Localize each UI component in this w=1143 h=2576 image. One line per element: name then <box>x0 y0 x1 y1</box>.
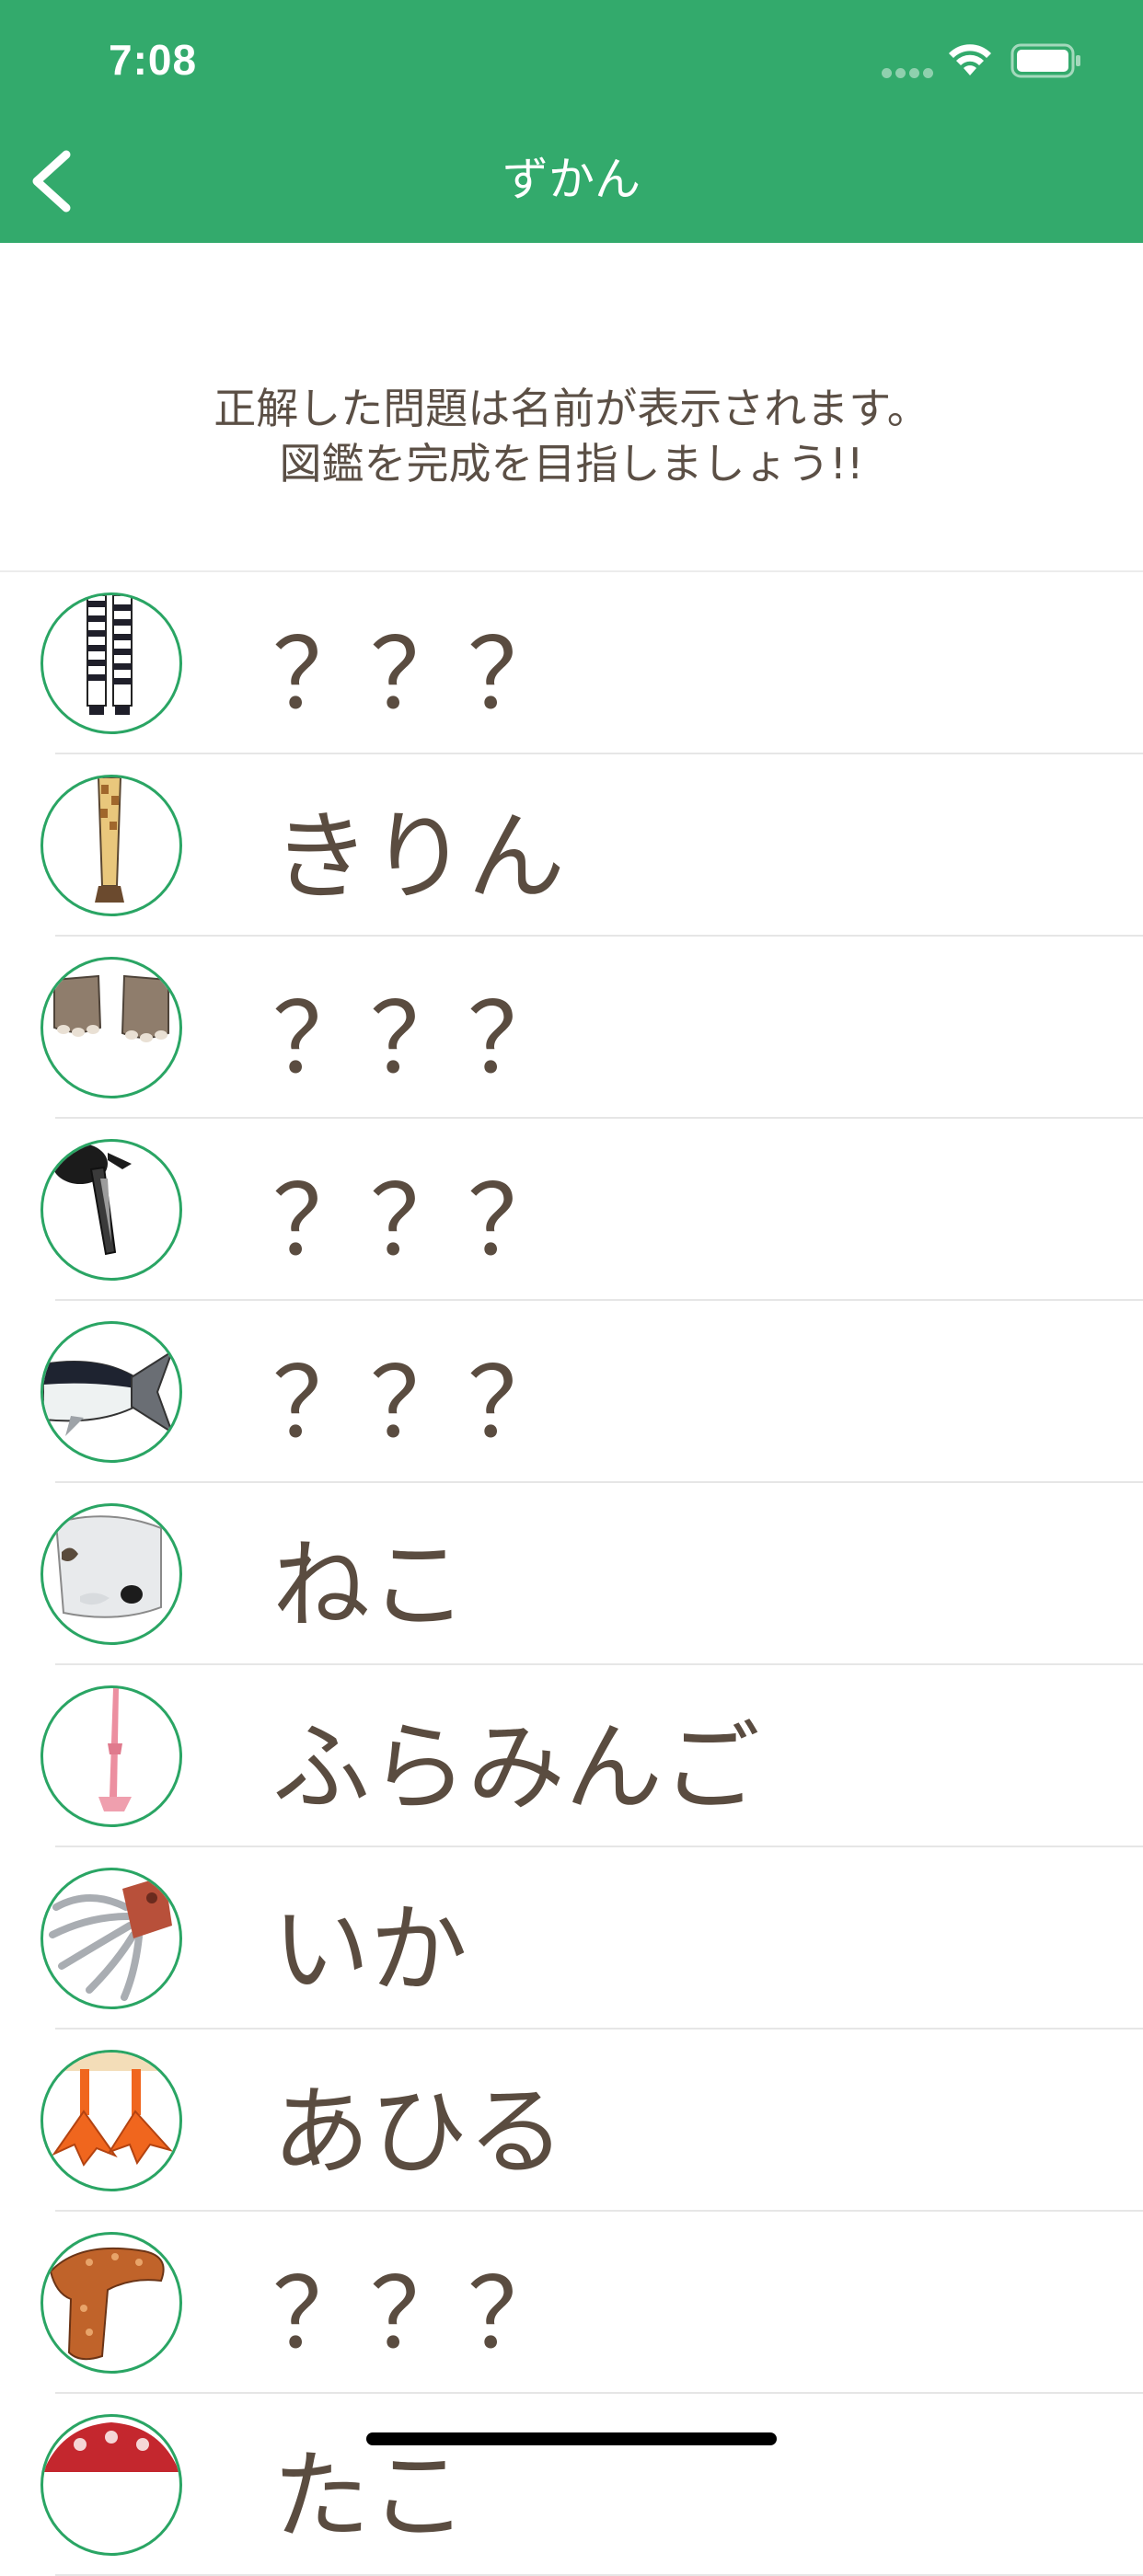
battery-icon <box>1010 43 1080 78</box>
list-item[interactable]: ねこ <box>0 1483 1143 1665</box>
list-item[interactable]: たこ <box>0 2394 1143 2576</box>
bird-beak-icon <box>40 1139 182 1281</box>
duck-feet-icon <box>40 2050 182 2191</box>
list-item[interactable]: ？？？ <box>0 1301 1143 1483</box>
animal-name: たこ <box>272 2440 468 2553</box>
flamingo-leg-icon <box>40 1685 182 1827</box>
list-item[interactable]: いか <box>0 1847 1143 2030</box>
animal-name: ？？？ <box>272 2258 565 2371</box>
list-item[interactable]: きりん <box>0 754 1143 937</box>
animal-name: ？？？ <box>272 618 565 731</box>
squid-tentacles-icon <box>40 1868 182 2009</box>
signal-icon <box>882 68 933 79</box>
zebra-legs-icon <box>40 592 182 734</box>
animal-name: ふらみんご <box>272 1711 760 1824</box>
animal-name: ？？？ <box>272 1165 565 1278</box>
intro-line-2: 図鑑を完成を目指しましょう!! <box>279 439 864 489</box>
list-item[interactable]: ？？？ <box>0 2212 1143 2394</box>
octopus-icon <box>40 2414 182 2556</box>
animal-name: ？？？ <box>272 1347 565 1460</box>
intro-text: 正解した問題は名前が表示されます。 図鑑を完成を目指しましょう!! <box>0 381 1143 491</box>
list-item[interactable]: あひる <box>0 2030 1143 2212</box>
animal-name: ？？？ <box>272 983 565 1096</box>
sea-cucumber-icon <box>40 2232 182 2374</box>
intro-section: 正解した問題は名前が表示されます。 図鑑を完成を目指しましょう!! <box>0 243 1143 572</box>
animal-name: あひる <box>272 2076 565 2189</box>
cat-paw-icon <box>40 1503 182 1645</box>
animal-name: ねこ <box>272 1529 468 1642</box>
animal-name: きりん <box>272 800 565 914</box>
intro-line-1: 正解した問題は名前が表示されます。 <box>214 384 929 433</box>
list-item[interactable]: ふらみんご <box>0 1665 1143 1847</box>
animal-list: ？？？ きりん ？？？ ？？？ ？？？ ねこ ふらみんご いか あひる ？？？ … <box>0 572 1143 2576</box>
giraffe-leg-icon <box>40 775 182 916</box>
list-item[interactable]: ？？？ <box>0 937 1143 1119</box>
wifi-icon <box>949 44 991 75</box>
status-time: 7:08 <box>109 36 198 84</box>
navigation-bar: 7:08 ずかん <box>0 0 1143 243</box>
tuna-tail-icon <box>40 1321 182 1463</box>
page-title: ずかん <box>502 153 641 206</box>
elephant-feet-icon <box>40 957 182 1098</box>
list-item[interactable]: ？？？ <box>0 1119 1143 1301</box>
list-item[interactable]: ？？？ <box>0 572 1143 754</box>
home-indicator <box>366 2432 777 2445</box>
animal-name: いか <box>272 1893 468 2007</box>
